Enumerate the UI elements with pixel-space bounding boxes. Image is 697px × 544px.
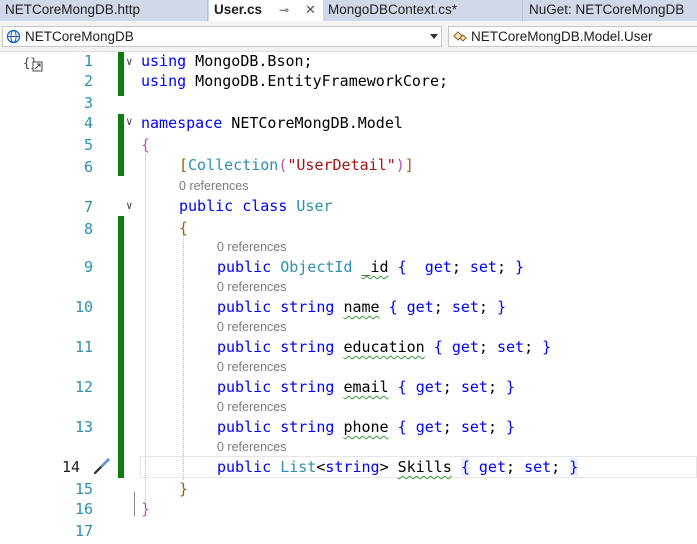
code-line-13: public string phone { get; set; } [217, 418, 516, 436]
line-number: 1 [83, 52, 93, 70]
references-codelens[interactable]: 0 references [217, 400, 286, 414]
code-scope-icon: {} [23, 56, 43, 72]
project-name: NETCoreMongDB [25, 29, 134, 44]
code-line-9: public ObjectId _id { get; set; } [217, 258, 525, 276]
member-dropdown[interactable]: NETCoreMongDB.Model.User [448, 26, 697, 47]
code-line-2: using MongoDB.EntityFrameworkCore; [141, 72, 449, 90]
fold-toggle[interactable]: ∨ [126, 55, 133, 68]
indent-guide [145, 154, 146, 508]
line-number: 10 [74, 298, 93, 316]
references-codelens[interactable]: 0 references [179, 179, 248, 193]
code-line-14: public List<string> Skills { get; set; } [217, 458, 579, 476]
code-line-16: } [141, 500, 151, 518]
code-editor[interactable]: {} ∨ ∨ ∨ 1 2 3 4 5 6 7 8 9 10 11 12 13 1… [0, 52, 697, 544]
references-codelens[interactable]: 0 references [217, 280, 286, 294]
fold-bracket [134, 492, 135, 516]
pin-icon[interactable]: ⊸ [279, 0, 289, 20]
change-bar [118, 114, 124, 176]
line-number: 6 [83, 158, 93, 176]
code-line-6: [Collection("UserDetail")] [179, 156, 414, 174]
document-tab-bar: NETCoreMongDB.http User.cs ⊸ ✕ MongoDBCo… [0, 0, 697, 21]
code-line-12: public string email { get; set; } [217, 378, 516, 396]
line-number: 5 [83, 136, 93, 154]
code-line-15: } [179, 480, 189, 498]
chevron-down-icon [430, 34, 438, 39]
code-line-7: public class User [179, 197, 333, 215]
code-line-1: using MongoDB.Bson; [141, 52, 313, 70]
change-bar [118, 216, 124, 478]
line-number: 9 [83, 258, 93, 276]
code-line-4: namespace NETCoreMongDB.Model [141, 114, 403, 132]
line-number-current: 14 [61, 458, 80, 476]
globe-icon [6, 29, 21, 44]
line-number: 15 [74, 480, 93, 498]
references-codelens[interactable]: 0 references [217, 320, 286, 334]
fold-toggle[interactable]: ∨ [126, 115, 133, 128]
tab-label: NuGet: NETCoreMongDB [529, 2, 685, 17]
code-line-5: { [141, 136, 151, 154]
quick-action-screwdriver-icon[interactable] [92, 457, 112, 479]
code-line-11: public string education { get; set; } [217, 338, 552, 356]
line-number: 16 [74, 500, 93, 518]
line-number: 11 [74, 338, 93, 356]
line-number: 8 [83, 220, 93, 238]
change-bar [118, 52, 124, 96]
tab-label: MongoDBContext.cs* [328, 2, 458, 17]
references-codelens[interactable]: 0 references [217, 440, 286, 454]
tab-netcoremongdb-http[interactable]: NETCoreMongDB.http [0, 0, 208, 21]
line-number: 4 [83, 114, 93, 132]
close-icon[interactable]: ✕ [305, 0, 316, 20]
tab-label: NETCoreMongDB.http [5, 2, 141, 17]
references-codelens[interactable]: 0 references [217, 360, 286, 374]
line-number: 3 [83, 94, 93, 112]
code-line-8: { [179, 219, 189, 237]
line-number: 13 [74, 418, 93, 436]
member-name: NETCoreMongDB.Model.User [471, 29, 653, 44]
line-number: 2 [83, 72, 93, 90]
project-dropdown[interactable]: NETCoreMongDB [2, 26, 442, 47]
tab-user-cs[interactable]: User.cs ⊸ ✕ [209, 0, 323, 21]
tab-label: User.cs [214, 2, 263, 17]
line-number: 12 [74, 378, 93, 396]
code-line-10: public string name { get; set; } [217, 298, 506, 316]
tab-mongodbcontext-cs[interactable]: MongoDBContext.cs* [323, 0, 523, 21]
line-number: 17 [74, 522, 93, 540]
fold-toggle[interactable]: ∨ [126, 199, 133, 212]
line-number: 7 [83, 198, 93, 216]
tab-nuget[interactable]: NuGet: NETCoreMongDB [524, 0, 697, 21]
navigation-bar: NETCoreMongDB NETCoreMongDB.Model.User [0, 21, 697, 52]
references-codelens[interactable]: 0 references [217, 240, 286, 254]
class-icon [453, 31, 467, 42]
indent-guide [183, 234, 184, 480]
